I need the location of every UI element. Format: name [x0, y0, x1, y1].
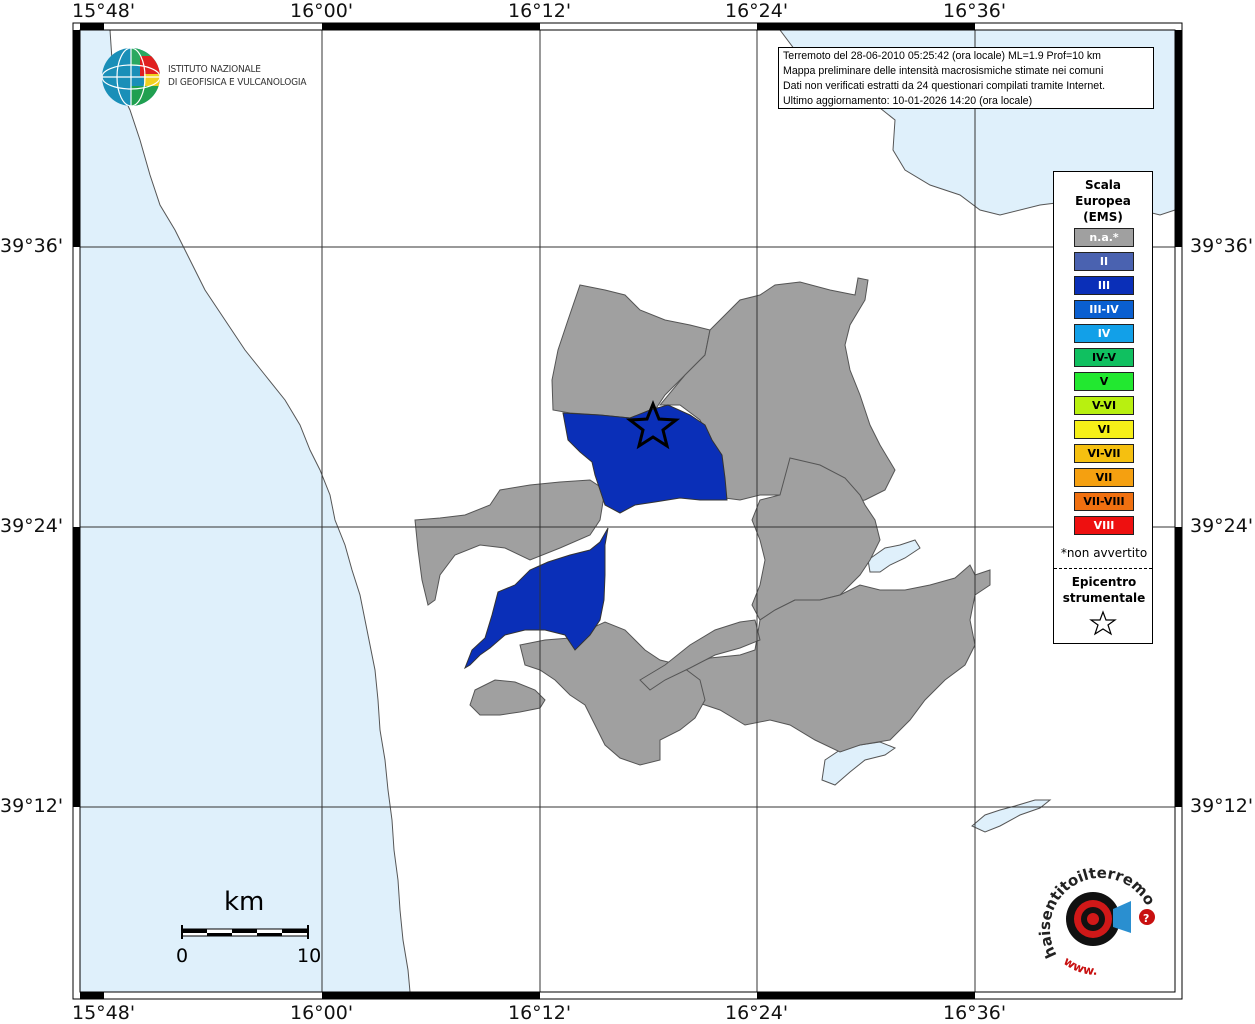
globe-icon	[102, 48, 160, 106]
lon-label-top-3: 16°12'	[508, 0, 572, 22]
lon-label-bottom-2: 16°00'	[290, 1002, 354, 1024]
legend-item-iii: III	[1074, 276, 1134, 295]
ems-legend: Scala Europea (EMS) n.a.* II III III-IV IV IV…	[1053, 171, 1153, 644]
lon-label-bottom-4: 16°24'	[725, 1002, 789, 1024]
legend-item-v: V	[1074, 372, 1134, 391]
event-info-line-2: Mappa preliminare delle intensità macros…	[783, 65, 1104, 77]
epicentre-legend-line1: Epicentro	[1071, 575, 1137, 589]
legend-item-ii: II	[1074, 252, 1134, 271]
municipality-south	[519, 621, 706, 766]
lon-label-top-5: 16°36'	[943, 0, 1007, 22]
legend-star-icon	[1089, 610, 1117, 636]
lon-label-bottom-1: 15°48'	[72, 1002, 136, 1024]
legend-item-vii: VII	[1074, 468, 1134, 487]
legend-title: Scala Europea (EMS)	[1054, 177, 1152, 225]
epicentre-legend-title: Epicentro strumentale	[1054, 574, 1154, 606]
legend-note: *non avvertito	[1060, 546, 1148, 560]
legend-item-vi-vii: VI-VII	[1074, 444, 1134, 463]
ingv-logo-line1: ISTITUTO NAZIONALE	[168, 64, 261, 75]
lat-label-right-3: 39°12'	[1190, 795, 1254, 817]
legend-item-n-a: n.a.*	[1074, 228, 1134, 247]
haisentito-logo-www: www.	[1061, 954, 1097, 978]
svg-text:www.: www.	[1061, 954, 1097, 978]
lat-label-right-1: 39°36'	[1190, 235, 1254, 257]
scale-bar: km 0 10	[176, 887, 326, 972]
lat-label-right-2: 39°24'	[1190, 515, 1254, 537]
event-info-line-1: Terremoto del 28-06-2010 05:25:42 (ora l…	[783, 50, 1101, 62]
sea-west	[79, 29, 411, 993]
legend-title-line2: Europea	[1075, 194, 1131, 208]
lat-label-left-3: 39°12'	[0, 795, 64, 817]
scale-unit: km	[224, 887, 265, 917]
scale-max: 10	[297, 945, 322, 967]
municipalities-not-felt	[414, 277, 991, 766]
lake-3	[971, 799, 1052, 833]
scale-min: 0	[176, 945, 189, 967]
event-info-box: Terremoto del 28-06-2010 05:25:42 (ora l…	[778, 47, 1154, 109]
lat-label-left-2: 39°24'	[0, 515, 64, 537]
lon-label-bottom-5: 16°36'	[943, 1002, 1007, 1024]
lon-label-top-1: 15°48'	[72, 0, 136, 22]
lon-label-top-4: 16°24'	[725, 0, 789, 22]
event-info-line-4: Ultimo aggiornamento: 10-01-2026 14:20 (…	[783, 95, 1033, 107]
legend-item-iv: IV	[1074, 324, 1134, 343]
haisentito-logo: haisentitoilterremoto.it www. ?	[1030, 841, 1165, 980]
haisentito-logo-icon: haisentitoilterremoto.it www. ?	[1030, 841, 1159, 978]
legend-item-iii-iv: III-IV	[1074, 300, 1134, 319]
svg-text:?: ?	[1143, 912, 1149, 925]
legend-item-viii: VIII	[1074, 516, 1134, 535]
event-info-line-3: Dati non verificati estratti da 24 quest…	[783, 80, 1106, 92]
scale-bar-graphic	[181, 925, 309, 939]
lon-label-top-2: 16°00'	[290, 0, 354, 22]
legend-title-line3: (EMS)	[1083, 210, 1123, 224]
legend-item-v-vi: V-VI	[1074, 396, 1134, 415]
lon-label-bottom-3: 16°12'	[508, 1002, 572, 1024]
ingv-logo: ISTITUTO NAZIONALE DI GEOFISICA E VULCAN…	[100, 46, 315, 110]
legend-item-vii-viii: VII-VIII	[1074, 492, 1134, 511]
legend-title-line1: Scala	[1084, 178, 1122, 192]
lat-label-left-1: 39°36'	[0, 235, 64, 257]
legend-separator	[1054, 568, 1152, 569]
legend-item-vi: VI	[1074, 420, 1134, 439]
epicentre-legend-line2: strumentale	[1062, 591, 1146, 605]
ingv-logo-line2: DI GEOFISICA E VULCANOLOGIA	[168, 77, 307, 88]
municipality-south-west	[469, 679, 546, 716]
legend-item-iv-v: IV-V	[1074, 348, 1134, 367]
